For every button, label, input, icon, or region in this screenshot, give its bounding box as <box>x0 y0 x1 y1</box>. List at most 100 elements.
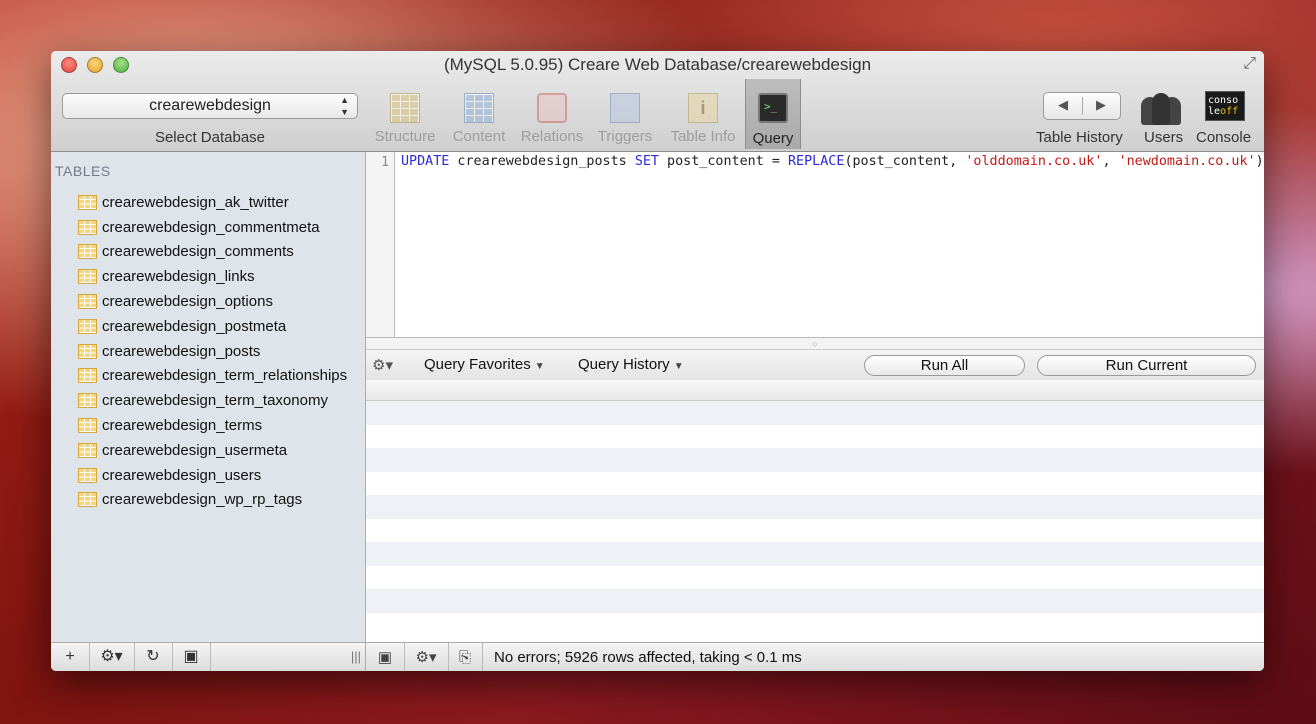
table-item[interactable]: crearewebdesign_options <box>78 289 347 314</box>
relations-label: Relations <box>520 128 584 145</box>
table-row <box>366 448 1264 472</box>
content-button[interactable]: Content <box>445 87 513 147</box>
console-icon-text-2: le <box>1208 106 1221 117</box>
table-item[interactable]: crearewebdesign_term_relationships <box>78 364 347 389</box>
forward-arrow-icon[interactable]: ▶ <box>1082 97 1120 113</box>
back-arrow-icon[interactable]: ◀ <box>1044 97 1083 115</box>
console-label[interactable]: Console <box>1196 129 1251 146</box>
sql-keyword: UPDATE <box>401 154 450 169</box>
structure-button[interactable]: Structure <box>369 87 441 147</box>
query-history-menu[interactable]: Query History ▼ <box>578 356 684 373</box>
table-icon <box>78 368 97 384</box>
line-number: 1 <box>381 155 389 170</box>
fullscreen-icon[interactable]: ⤢ <box>1243 55 1256 73</box>
plus-icon: + <box>65 648 75 665</box>
table-icon <box>78 244 97 260</box>
run-current-button[interactable]: Run Current <box>1037 355 1256 376</box>
table-item[interactable]: crearewebdesign_users <box>78 463 347 488</box>
tables-list: crearewebdesign_ak_twitter crearewebdesi… <box>78 190 347 512</box>
relations-icon <box>537 93 567 123</box>
table-name: crearewebdesign_options <box>102 293 273 311</box>
console-icon-text-1: conso <box>1208 95 1239 106</box>
table-item[interactable]: crearewebdesign_usermeta <box>78 438 347 463</box>
table-item[interactable]: crearewebdesign_term_taxonomy <box>78 388 347 413</box>
table-name: crearewebdesign_links <box>102 268 255 286</box>
copy-results-button[interactable]: ⎘ <box>448 643 483 671</box>
table-icon <box>78 442 97 458</box>
query-button[interactable]: >_ Query <box>745 79 801 149</box>
table-icon <box>78 269 97 285</box>
table-item[interactable]: crearewebdesign_commentmeta <box>78 215 347 240</box>
table-row <box>366 495 1264 519</box>
sql-text: crearewebdesign_posts <box>449 154 635 169</box>
relations-button[interactable]: Relations <box>517 87 587 147</box>
sql-string: 'olddomain.co.uk' <box>965 154 1103 169</box>
table-icon <box>78 219 97 235</box>
table-item[interactable]: crearewebdesign_links <box>78 264 347 289</box>
query-text[interactable]: UPDATE crearewebdesign_posts SET post_co… <box>401 154 1264 169</box>
table-row <box>366 401 1264 425</box>
table-actions-button[interactable]: ⚙▾ <box>89 643 135 671</box>
table-name: crearewebdesign_term_relationships <box>102 367 348 385</box>
table-item[interactable]: crearewebdesign_postmeta <box>78 314 347 339</box>
results-table[interactable] <box>366 380 1264 642</box>
table-icon <box>78 418 97 434</box>
table-name: crearewebdesign_postmeta <box>102 317 287 335</box>
table-item[interactable]: crearewebdesign_comments <box>78 240 347 265</box>
gear-icon: ⚙▾ <box>415 649 437 666</box>
table-info-button[interactable]: i Table Info <box>665 87 741 147</box>
status-bar: ▣ ⚙▾ ⎘ No errors; 5926 rows affected, ta… <box>366 642 1264 671</box>
refresh-icon: ↻ <box>146 648 160 665</box>
results-actions-button[interactable]: ⚙▾ <box>404 643 449 671</box>
structure-label: Structure <box>374 128 436 145</box>
results-header <box>366 380 1264 401</box>
triggers-label: Triggers <box>597 128 653 145</box>
table-row <box>366 566 1264 590</box>
console-icon-text-3: off <box>1220 106 1239 117</box>
query-editor[interactable]: 1 UPDATE crearewebdesign_posts SET post_… <box>366 152 1264 337</box>
results-body <box>366 401 1264 636</box>
window-title: (MySQL 5.0.95) Creare Web Database/crear… <box>443 55 872 74</box>
table-name: crearewebdesign_commentmeta <box>102 218 320 236</box>
toggle-info-pane-button[interactable]: ▣ <box>172 643 211 671</box>
resize-handle-icon[interactable]: ||| <box>351 649 361 664</box>
table-item[interactable]: crearewebdesign_ak_twitter <box>78 190 347 215</box>
table-name: crearewebdesign_term_taxonomy <box>102 392 328 410</box>
sidebar-footer: + ⚙▾ ↻ ▣ ||| <box>51 642 365 671</box>
status-message: No errors; 5926 rows affected, taking < … <box>494 649 802 666</box>
toggle-pane-button[interactable]: ▣ <box>366 643 405 671</box>
tables-sidebar: TABLES crearewebdesign_ak_twitter creare… <box>51 152 366 671</box>
table-item[interactable]: crearewebdesign_posts <box>78 339 347 364</box>
select-arrows-icon: ▲ ▼ <box>340 95 349 117</box>
table-row <box>366 425 1264 449</box>
tables-heading: TABLES <box>55 163 111 179</box>
users-icon[interactable] <box>1141 87 1185 125</box>
console-icon[interactable]: conso leoff <box>1205 91 1245 121</box>
query-favorites-label: Query Favorites <box>424 356 531 373</box>
table-name: crearewebdesign_ak_twitter <box>102 193 289 211</box>
triggers-button[interactable]: Triggers <box>591 87 659 147</box>
database-select[interactable]: crearewebdesign ▲ ▼ <box>62 93 358 119</box>
table-row <box>366 542 1264 566</box>
sql-text: post_content = <box>659 154 788 169</box>
table-row <box>366 589 1264 613</box>
refresh-button[interactable]: ↻ <box>134 643 173 671</box>
table-icon <box>78 393 97 409</box>
run-all-button[interactable]: Run All <box>864 355 1025 376</box>
sql-string: 'newdomain.co.uk' <box>1118 154 1256 169</box>
sql-keyword: REPLACE <box>788 154 845 169</box>
sql-text: (post_content, <box>844 154 966 169</box>
table-icon <box>78 294 97 310</box>
query-favorites-menu[interactable]: Query Favorites ▼ <box>424 356 545 373</box>
gear-icon[interactable]: ⚙▾ <box>372 356 393 374</box>
users-label[interactable]: Users <box>1144 129 1183 146</box>
add-table-button[interactable]: + <box>51 643 90 671</box>
dropdown-arrow-icon: ▼ <box>534 361 545 372</box>
table-name: crearewebdesign_terms <box>102 417 263 435</box>
copy-icon: ⎘ <box>458 649 471 666</box>
table-item[interactable]: crearewebdesign_wp_rp_tags <box>78 488 347 513</box>
structure-icon <box>390 93 420 123</box>
table-item[interactable]: crearewebdesign_terms <box>78 413 347 438</box>
sql-text: ); <box>1255 154 1264 169</box>
query-icon: >_ <box>758 93 788 123</box>
